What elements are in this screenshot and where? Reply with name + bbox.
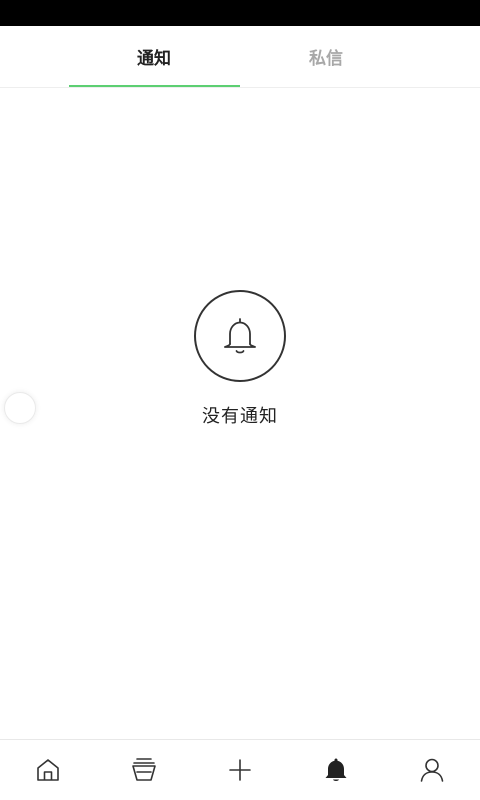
- empty-state: 没有通知: [0, 290, 480, 428]
- active-tab-indicator: [69, 85, 240, 87]
- tab-notifications[interactable]: 通知: [68, 26, 240, 87]
- floating-assistive-button[interactable]: [4, 392, 36, 424]
- tab-notifications-label: 通知: [137, 49, 171, 69]
- user-icon: [420, 758, 444, 782]
- nav-add[interactable]: [192, 740, 288, 800]
- tab-messages-label: 私信: [309, 49, 343, 69]
- cup-icon: [132, 758, 156, 781]
- home-icon: [37, 759, 59, 781]
- status-bar: [0, 0, 480, 26]
- bottom-nav: [0, 739, 480, 800]
- tab-bar: 通知 私信: [0, 26, 480, 88]
- nav-cup[interactable]: [96, 740, 192, 800]
- nav-home[interactable]: [0, 740, 96, 800]
- plus-icon: [229, 759, 251, 781]
- tab-messages[interactable]: 私信: [240, 26, 412, 87]
- empty-state-message: 没有通知: [202, 406, 278, 427]
- bell-outline-icon: [194, 290, 286, 382]
- screen: 通知 私信 没有通知: [0, 0, 480, 800]
- bell-icon: [325, 758, 347, 781]
- nav-profile[interactable]: [384, 740, 480, 800]
- nav-notifications[interactable]: [288, 740, 384, 800]
